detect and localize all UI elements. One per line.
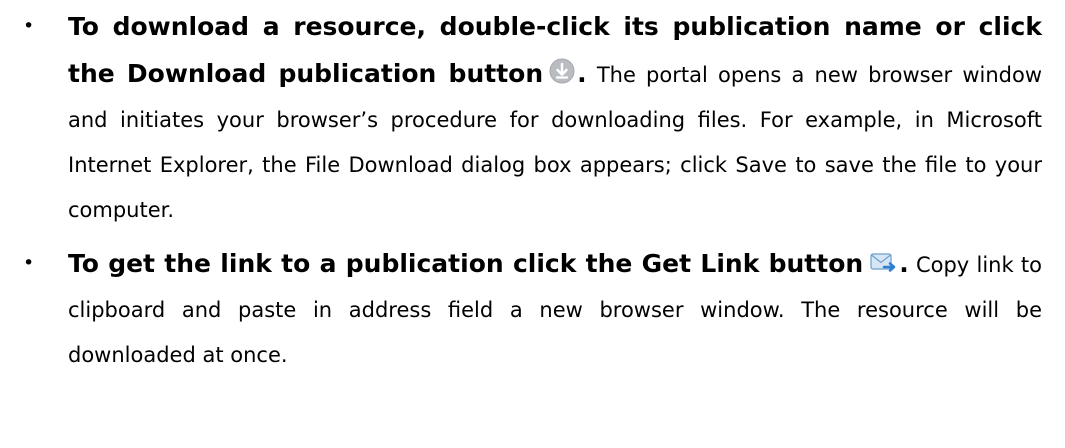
instruction-list: • To download a resource, double-click i… — [0, 0, 1065, 378]
bullet-marker: • — [23, 15, 35, 37]
download-arrow-icon — [549, 58, 575, 84]
get-link-instruction-lead: To get the link to a publication click t… — [68, 249, 909, 278]
bullet-marker: • — [23, 252, 35, 274]
list-item-download: • To download a resource, double-click i… — [0, 0, 1065, 233]
envelope-link-icon — [869, 250, 897, 274]
list-item-get-link: • To get the link to a publication click… — [0, 233, 1065, 378]
